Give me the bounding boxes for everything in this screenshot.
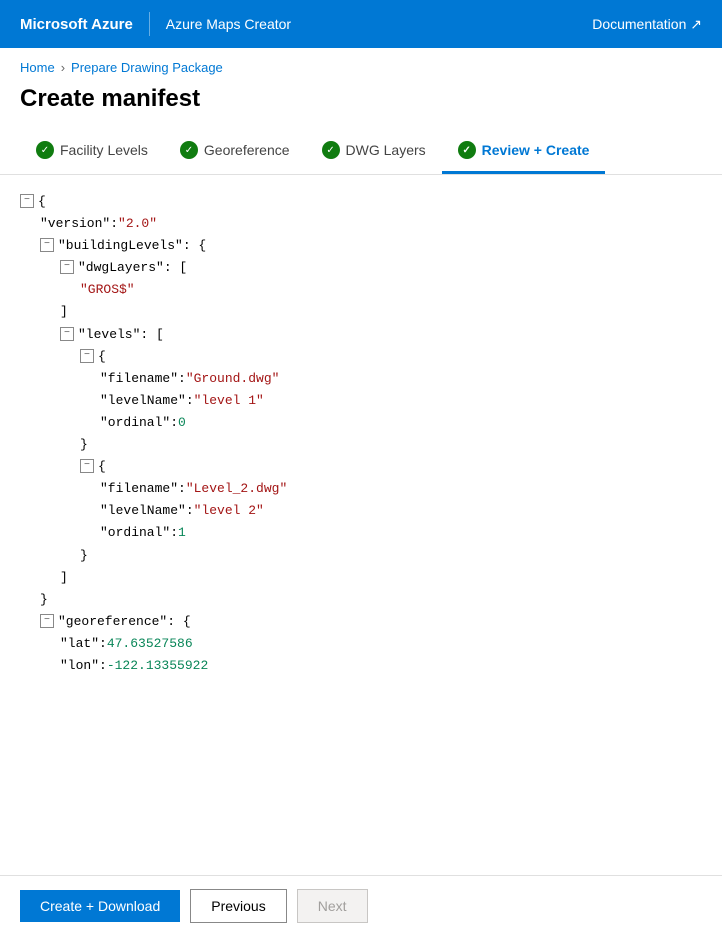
collapse-root[interactable]: − [20,194,34,208]
breadcrumb-current[interactable]: Prepare Drawing Package [71,60,223,75]
json-root-open: − { [20,191,702,213]
previous-button[interactable]: Previous [190,889,286,923]
json-dwgLayers-close: ] [20,301,702,323]
json-levels-open: − "levels" : [ [20,324,702,346]
collapse-levels[interactable]: − [60,327,74,341]
collapse-level2[interactable]: − [80,459,94,473]
json-levels-close: ] [20,567,702,589]
collapse-dwg-layers[interactable]: − [60,260,74,274]
step-check-georeference: ✓ [180,141,198,159]
json-ordinal1: "ordinal" : 0 [20,412,702,434]
step-check-facility: ✓ [36,141,54,159]
json-level2-open: − { [20,456,702,478]
json-dwglayer-val: "GROS$" [20,279,702,301]
json-filename2: "filename" : "Level_2.dwg" [20,478,702,500]
breadcrumb-home[interactable]: Home [20,60,55,75]
step-georeference[interactable]: ✓ Georeference [164,129,306,174]
json-ordinal2: "ordinal" : 1 [20,522,702,544]
page-title: Create manifest [0,81,722,129]
step-dwg-layers[interactable]: ✓ DWG Layers [306,129,442,174]
step-label-dwg: DWG Layers [346,142,426,158]
step-label-georeference: Georeference [204,142,290,158]
json-viewer: − { "version" : "2.0" − "buildingLevels"… [0,175,722,693]
docs-link[interactable]: Documentation ↗ [592,16,702,33]
json-levelname1: "levelName" : "level 1" [20,390,702,412]
step-facility-levels[interactable]: ✓ Facility Levels [20,129,164,174]
breadcrumb: Home › Prepare Drawing Package [0,48,722,81]
product-name: Azure Maps Creator [166,16,291,32]
collapse-georeference[interactable]: − [40,614,54,628]
top-navbar: Microsoft Azure Azure Maps Creator Docum… [0,0,722,48]
json-levelname2: "levelName" : "level 2" [20,500,702,522]
json-level2-close: } [20,545,702,567]
json-level1-close: } [20,434,702,456]
json-lon: "lon" : -122.13355922 [20,655,702,677]
json-version: "version" : "2.0" [20,213,702,235]
json-dwgLayers-open: − "dwgLayers" : [ [20,257,702,279]
steps-bar: ✓ Facility Levels ✓ Georeference ✓ DWG L… [0,129,722,175]
step-label-review: Review + Create [482,142,590,158]
brand-logo[interactable]: Microsoft Azure [20,16,133,33]
json-level1-open: − { [20,346,702,368]
step-label-facility: Facility Levels [60,142,148,158]
nav-divider [149,12,150,36]
next-button: Next [297,889,368,923]
json-buildingLevels-open: − "buildingLevels" : { [20,235,702,257]
footer-actions: Create + Download Previous Next [0,875,722,935]
collapse-building-levels[interactable]: − [40,238,54,252]
collapse-level1[interactable]: − [80,349,94,363]
step-review-create[interactable]: ✓ Review + Create [442,129,606,174]
json-georeference-open: − "georeference" : { [20,611,702,633]
json-lat: "lat" : 47.63527586 [20,633,702,655]
json-filename1: "filename" : "Ground.dwg" [20,368,702,390]
step-check-review: ✓ [458,141,476,159]
breadcrumb-separator: › [61,60,65,75]
step-check-dwg: ✓ [322,141,340,159]
json-buildingLevels-close: } [20,589,702,611]
create-download-button[interactable]: Create + Download [20,890,180,922]
